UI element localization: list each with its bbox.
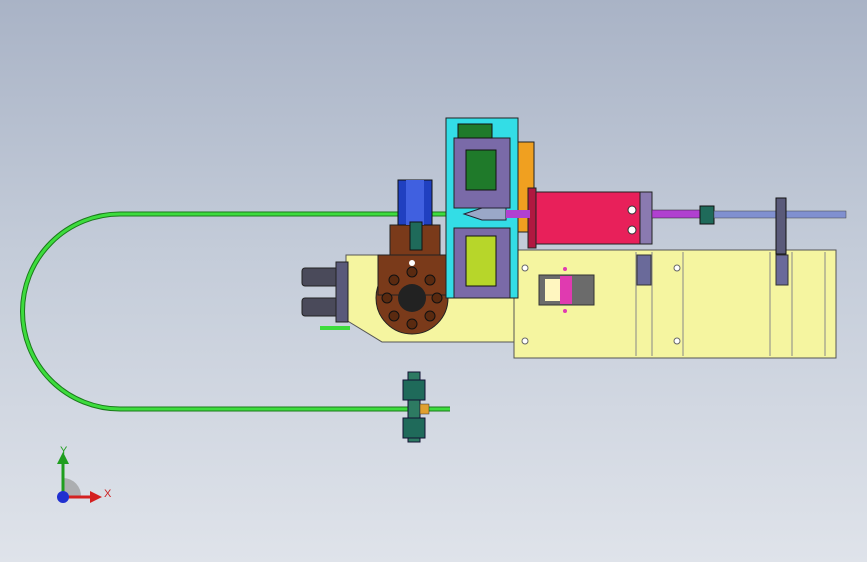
cad-viewport[interactable]: Y X: [0, 0, 867, 562]
axis-triad: Y X: [57, 445, 112, 503]
y-axis-label: Y: [60, 445, 68, 457]
x-axis-label: X: [104, 488, 112, 500]
servo-motor[interactable]: [527, 187, 653, 249]
assembly-model[interactable]: Y X: [0, 0, 867, 562]
left-connectors[interactable]: [301, 261, 350, 330]
